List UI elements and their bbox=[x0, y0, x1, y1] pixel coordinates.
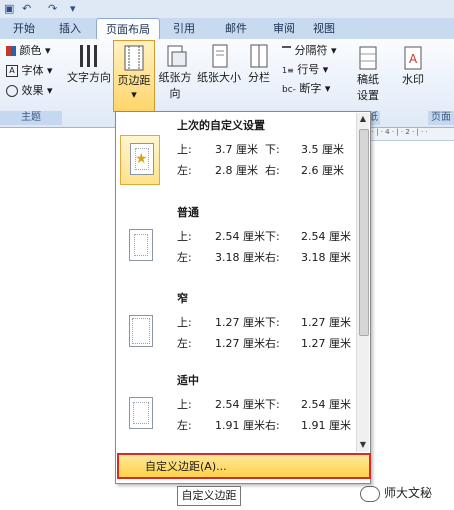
preset-name: 上次的自定义设置 bbox=[177, 119, 265, 132]
preset-name: 适中 bbox=[177, 374, 199, 387]
scroll-up-icon[interactable]: ▲ bbox=[357, 113, 369, 125]
watermark-icon: A bbox=[404, 46, 422, 70]
fonts-button[interactable]: A 字体 ▾ bbox=[6, 63, 53, 79]
customize-qat-icon[interactable]: ▾ bbox=[70, 2, 76, 15]
margins-icon bbox=[124, 45, 144, 71]
preset-thumbnail: ★ bbox=[120, 135, 160, 185]
text-direction-icon bbox=[80, 45, 97, 67]
dropdown-scrollbar[interactable]: ▲ ▼ bbox=[356, 113, 369, 452]
tab-insert[interactable]: 插入 bbox=[48, 20, 92, 38]
svg-text:A: A bbox=[409, 52, 418, 66]
preset-thumbnail bbox=[120, 222, 158, 270]
fonts-icon: A bbox=[6, 65, 18, 77]
manuscript-settings-button[interactable]: 稿纸 设置 bbox=[351, 45, 385, 103]
wechat-icon bbox=[360, 485, 380, 502]
size-icon bbox=[212, 44, 228, 68]
watermark-button[interactable]: A 水印 bbox=[398, 45, 428, 87]
size-button[interactable]: 纸张大小 bbox=[197, 43, 241, 85]
columns-icon bbox=[250, 44, 268, 68]
preset-name: 窄 bbox=[177, 292, 188, 305]
margins-dropdown-arrow: ▾ bbox=[131, 88, 137, 101]
ribbon-tabs: 开始 插入 页面布局 引用 邮件 审阅 视图 bbox=[0, 18, 454, 40]
margins-button[interactable]: 页边距 ▾ bbox=[113, 40, 155, 112]
margin-preset-narrow[interactable]: 窄 上: 1.27 厘米 下: 1.27 厘米 左: 1.27 厘米 右: 1.… bbox=[117, 290, 353, 374]
tab-view[interactable]: 视图 bbox=[302, 20, 346, 38]
text-direction-button[interactable]: 文字方向 bbox=[66, 43, 112, 85]
preset-name: 普通 bbox=[177, 206, 199, 219]
tab-home[interactable]: 开始 bbox=[2, 20, 46, 38]
effects-icon bbox=[6, 85, 18, 97]
line-numbers-button[interactable]: 1≡ 行号 ▾ bbox=[282, 62, 328, 78]
hyphenation-button[interactable]: bc- 断字 ▾ bbox=[282, 81, 330, 97]
quick-access-toolbar: ▣ ↶ ↷ ▾ bbox=[0, 0, 454, 19]
tooltip: 自定义边距 bbox=[177, 486, 241, 506]
margin-preset-normal[interactable]: 普通 上: 2.54 厘米 下: 2.54 厘米 左: 3.18 厘米 右: 3… bbox=[117, 204, 353, 288]
scroll-thumb[interactable] bbox=[359, 129, 369, 336]
preset-thumbnail bbox=[120, 390, 158, 438]
line-numbers-icon: 1≡ bbox=[282, 66, 294, 75]
orientation-icon bbox=[167, 45, 187, 67]
custom-margins-label: 自定义边距(A)... bbox=[145, 460, 227, 473]
watermark: 师大文秘 bbox=[360, 482, 432, 504]
preset-thumbnail bbox=[120, 308, 158, 356]
effects-button[interactable]: 效果 ▾ bbox=[6, 83, 53, 99]
manuscript-icon bbox=[359, 46, 377, 70]
star-icon: ★ bbox=[135, 151, 148, 167]
margin-preset-moderate[interactable]: 适中 上: 2.54 厘米 下: 2.54 厘米 左: 1.91 厘米 右: 1… bbox=[117, 372, 353, 456]
colors-icon bbox=[6, 46, 16, 56]
tab-mailings[interactable]: 邮件 bbox=[214, 20, 258, 38]
margins-dropdown: 上次的自定义设置 ★ 上: 3.7 厘米 下: 3.5 厘米 左: 2.8 厘米… bbox=[115, 111, 371, 484]
breaks-button[interactable]: 分隔符 ▾ bbox=[282, 43, 337, 59]
themes-group-label: 主题 bbox=[0, 111, 62, 125]
orientation-button[interactable]: 纸张方向 bbox=[154, 43, 196, 101]
custom-margins-item[interactable]: 自定义边距(A)... bbox=[117, 453, 371, 479]
horizontal-ruler[interactable]: 8 · | · 4 · | · 2 · | · · bbox=[365, 128, 454, 141]
tab-page-layout[interactable]: 页面布局 bbox=[96, 18, 160, 40]
undo-icon[interactable]: ↶ bbox=[22, 2, 31, 15]
save-icon[interactable]: ▣ bbox=[4, 2, 14, 15]
colors-button[interactable]: 颜色 ▾ bbox=[6, 43, 51, 59]
scroll-down-icon[interactable]: ▼ bbox=[357, 439, 369, 451]
hyphenation-icon: bc- bbox=[282, 85, 296, 95]
breaks-icon bbox=[282, 45, 291, 57]
redo-icon[interactable]: ↷ bbox=[48, 2, 57, 15]
page-background-group-label: 页面 bbox=[428, 111, 454, 125]
tab-review[interactable]: 审阅 bbox=[262, 20, 306, 38]
columns-button[interactable]: 分栏 bbox=[244, 43, 274, 85]
margin-preset-last-custom[interactable]: 上次的自定义设置 ★ 上: 3.7 厘米 下: 3.5 厘米 左: 2.8 厘米… bbox=[117, 117, 353, 201]
tab-references[interactable]: 引用 bbox=[162, 20, 206, 38]
